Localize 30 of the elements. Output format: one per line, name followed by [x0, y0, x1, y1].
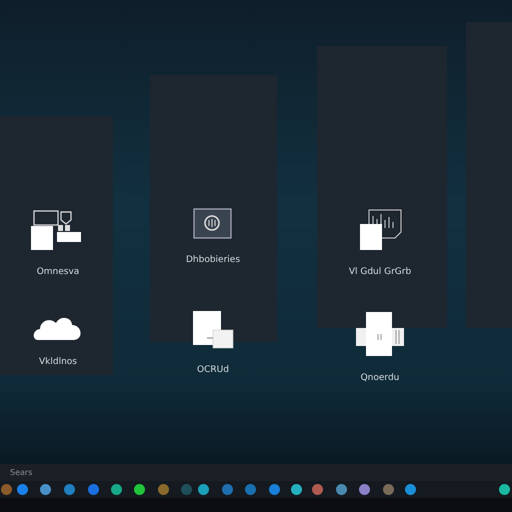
app-label[interactable]: OCRUd: [197, 364, 229, 378]
window-panel[interactable]: [317, 46, 447, 328]
app-icon[interactable]: [359, 484, 370, 495]
search-field[interactable]: Sears: [10, 467, 150, 478]
app-icon[interactable]: [245, 484, 256, 495]
app-label[interactable]: Qnoerdu: [360, 372, 400, 386]
app-icon[interactable]: [17, 484, 28, 495]
app-label[interactable]: Vl Gdul GrGrb: [348, 266, 412, 280]
app-icon[interactable]: [291, 484, 302, 495]
app-label[interactable]: Dhbobieries: [186, 254, 240, 268]
app-icon[interactable]: [88, 484, 99, 495]
window-panel[interactable]: [0, 116, 113, 375]
app-icon[interactable]: [499, 484, 510, 495]
app-icon[interactable]: [158, 484, 169, 495]
app-icon[interactable]: [40, 484, 51, 495]
app-icon[interactable]: [312, 484, 323, 495]
app-icon[interactable]: [222, 484, 233, 495]
app-icon[interactable]: [64, 484, 75, 495]
app-label[interactable]: Omnesva: [36, 266, 80, 280]
app-icon[interactable]: [198, 484, 209, 495]
window-panel[interactable]: [150, 75, 277, 342]
app-label[interactable]: Vkldlnos: [39, 356, 77, 370]
app-icon[interactable]: [405, 484, 416, 495]
app-icon[interactable]: [383, 484, 394, 495]
app-icon[interactable]: [336, 484, 347, 495]
app-icon[interactable]: [134, 484, 145, 495]
document-icon[interactable]: [191, 310, 235, 350]
app-icon[interactable]: [111, 484, 122, 495]
app-icon[interactable]: [269, 484, 280, 495]
monitor-icon[interactable]: [193, 208, 233, 240]
